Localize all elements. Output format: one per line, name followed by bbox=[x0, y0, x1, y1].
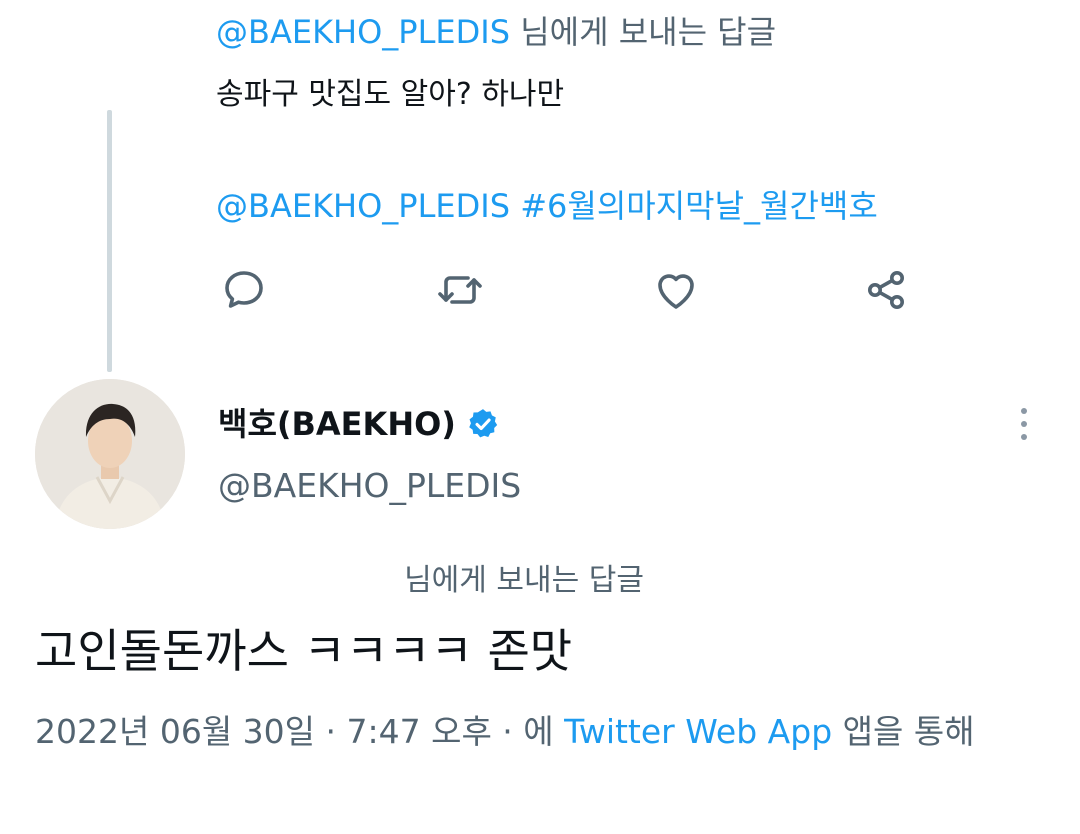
hashtag-link[interactable]: #6월의마지막날_월간백호 bbox=[510, 187, 878, 225]
tweet-action-bar bbox=[216, 262, 916, 318]
profile-photo bbox=[35, 379, 185, 529]
reply-icon bbox=[225, 271, 263, 308]
share-button[interactable] bbox=[858, 262, 914, 318]
reply-button[interactable] bbox=[216, 262, 272, 318]
previous-tweet-tags: @BAEKHO_PLEDIS #6월의마지막날_월간백호 bbox=[216, 186, 878, 226]
avatar[interactable] bbox=[35, 379, 185, 529]
author-handle[interactable]: @BAEKHO_PLEDIS bbox=[218, 466, 521, 506]
like-button[interactable] bbox=[648, 262, 704, 318]
source-suffix: 앱을 통해 bbox=[832, 712, 975, 751]
more-options-icon[interactable] bbox=[1006, 402, 1042, 446]
previous-tweet-text: 송파구 맛집도 알아? 하나만 bbox=[216, 77, 565, 112]
previous-tweet-mention-link[interactable]: @BAEKHO_PLEDIS bbox=[216, 187, 510, 225]
previous-reply-header: @BAEKHO_PLEDIS 님에게 보내는 답글 bbox=[216, 12, 776, 52]
reply-to-suffix: 님에게 보내는 답글 bbox=[510, 13, 777, 51]
share-icon bbox=[868, 271, 904, 309]
author-display-name[interactable]: 백호(BAEKHO) bbox=[218, 404, 500, 444]
reply-to-label: 님에게 보내는 답글 bbox=[404, 563, 644, 598]
display-name-text: 백호(BAEKHO) bbox=[218, 405, 456, 443]
source-app-link[interactable]: Twitter Web App bbox=[564, 712, 832, 751]
heart-icon bbox=[658, 274, 694, 309]
retweet-icon bbox=[438, 276, 482, 304]
tweet-timestamp[interactable]: 2022년 06월 30일 · 7:47 오후 · 에 bbox=[35, 712, 564, 751]
tweet-text: 고인돌돈까스 ㅋㅋㅋㅋ 존맛 bbox=[35, 624, 573, 678]
retweet-button[interactable] bbox=[432, 262, 488, 318]
tweet-metadata: 2022년 06월 30일 · 7:47 오후 · 에 Twitter Web … bbox=[35, 710, 1035, 754]
reply-to-mention-link[interactable]: @BAEKHO_PLEDIS bbox=[216, 13, 510, 51]
thread-connector-line bbox=[107, 110, 112, 372]
verified-badge-icon bbox=[469, 409, 498, 438]
